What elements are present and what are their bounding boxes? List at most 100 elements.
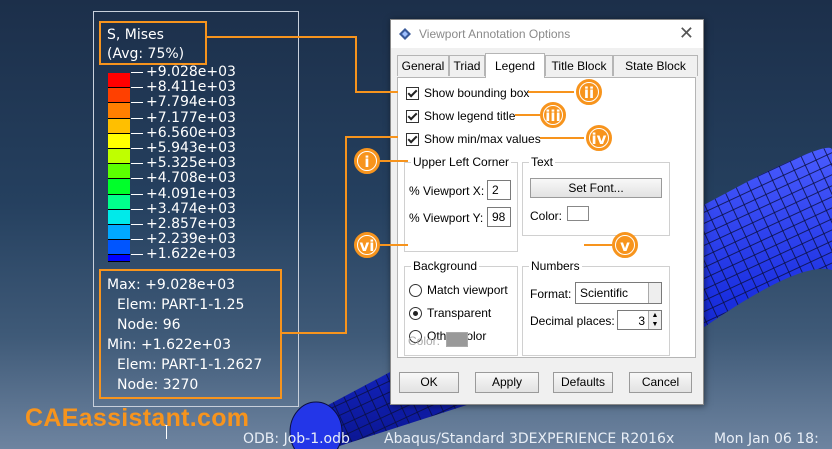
show-min-max-label: Show min/max values: [424, 132, 541, 146]
legend-value: +4.708e+03: [146, 170, 236, 187]
legend-color-swatch: [108, 255, 130, 263]
legend-color-swatch: [108, 179, 130, 195]
chevron-down-icon: [648, 283, 661, 303]
legend-tick: [131, 239, 143, 241]
bg-match-viewport-radio[interactable]: Match viewport: [409, 283, 508, 297]
legend-tick: [131, 117, 143, 119]
upper-left-corner-group: Upper Left Corner % Viewport X: % Viewpo…: [404, 155, 518, 252]
background-group-label: Background: [411, 259, 480, 273]
legend-value: +6.560e+03: [146, 124, 236, 141]
legend-value: +9.028e+03: [146, 64, 236, 80]
legend-value: +2.239e+03: [146, 231, 236, 248]
show-legend-title-label: Show legend title: [424, 109, 516, 123]
legend-averaging: (Avg: 75%): [107, 46, 185, 62]
decimal-places-value: 3: [638, 314, 645, 328]
numbers-group: Numbers Format: Scientific Decimal place…: [522, 259, 670, 356]
legend-tick: [131, 224, 143, 225]
legend-tick: [131, 208, 143, 210]
text-color-swatch[interactable]: [567, 206, 589, 221]
upper-left-corner-label: Upper Left Corner: [411, 155, 512, 169]
apply-button[interactable]: Apply: [475, 372, 539, 393]
tab-title-block[interactable]: Title Block: [545, 55, 613, 76]
tab-general[interactable]: General: [397, 55, 449, 76]
legend-tick: [131, 193, 143, 195]
legend-color-swatch: [108, 103, 130, 119]
bg-transparent-label: Transparent: [427, 306, 492, 320]
viewport-x-label: % Viewport X:: [409, 184, 485, 198]
show-legend-title-checkbox[interactable]: Show legend title: [406, 109, 515, 123]
legend-color-swatch: [108, 88, 130, 104]
show-bounding-box-checkbox[interactable]: Show bounding box: [406, 86, 529, 100]
legend-color-swatch: [108, 149, 130, 165]
radio-off-icon: [409, 283, 422, 297]
text-group: Text Set Font... Color:: [522, 155, 670, 236]
legend-color-swatch: [108, 118, 130, 134]
bg-color-swatch: [446, 332, 468, 347]
annotation-iv: iv: [586, 125, 612, 151]
legend-color-swatch: [108, 209, 130, 225]
spinner-arrows-icon[interactable]: ▲ ▼: [648, 311, 661, 329]
tab-legend[interactable]: Legend: [485, 53, 545, 78]
viewport-annotation-options-dialog: Viewport Annotation Options ✕ General Tr…: [390, 19, 704, 405]
annotation-v: v: [612, 232, 638, 258]
legend-tick: [131, 178, 143, 180]
legend-value: +2.857e+03: [146, 216, 236, 232]
cancel-button[interactable]: Cancel: [629, 372, 692, 393]
status-solver: Abaqus/Standard 3DEXPERIENCE R2016x: [384, 431, 675, 447]
min-max-box: Max: +9.028e+03 Elem: PART-1-1.25 Node: …: [99, 269, 282, 399]
legend-tick: [131, 148, 143, 149]
bg-transparent-radio[interactable]: Transparent: [409, 306, 491, 320]
text-group-label: Text: [529, 155, 556, 169]
legend-tick: [131, 254, 143, 256]
checkbox-checked-icon: [406, 109, 419, 123]
ok-button[interactable]: OK: [399, 372, 459, 393]
numbers-group-label: Numbers: [529, 259, 582, 273]
show-bounding-box-label: Show bounding box: [424, 86, 530, 100]
legend-value: +1.622e+03: [146, 246, 236, 263]
bg-color-label: Color:: [408, 334, 441, 348]
dialog-title: Viewport Annotation Options: [419, 27, 571, 41]
legend-title: S, Mises: [107, 27, 164, 43]
text-color-label: Color:: [530, 209, 563, 223]
annotation-i: i: [354, 148, 380, 174]
tab-triad[interactable]: Triad: [449, 55, 485, 76]
max-node: Node: 96: [117, 317, 181, 333]
legend-tick: [131, 163, 143, 165]
format-value: Scientific: [580, 286, 629, 300]
status-date: Mon Jan 06 18:: [714, 431, 819, 447]
min-value: Min: +1.622e+03: [107, 337, 231, 353]
legend-color-swatch: [108, 73, 130, 89]
checkbox-checked-icon: [406, 132, 419, 146]
format-select[interactable]: Scientific: [575, 282, 662, 304]
legend-value: +7.794e+03: [146, 94, 236, 111]
tab-state-block[interactable]: State Block: [613, 55, 698, 76]
decimal-places-label: Decimal places:: [530, 314, 615, 328]
decimal-places-spinner[interactable]: 3 ▲ ▼: [617, 310, 662, 330]
legend-tick: [131, 102, 143, 104]
legend-color-swatch: [108, 133, 130, 149]
defaults-button[interactable]: Defaults: [553, 372, 613, 393]
legend-tick: [131, 72, 143, 73]
max-value: Max: +9.028e+03: [107, 277, 236, 293]
legend-color-swatch: [108, 164, 130, 180]
dialog-titlebar[interactable]: Viewport Annotation Options ✕: [391, 20, 703, 48]
max-element: Elem: PART-1-1.25: [117, 297, 245, 313]
set-font-button[interactable]: Set Font...: [530, 178, 662, 198]
close-icon[interactable]: ✕: [679, 23, 694, 44]
legend-value: +3.474e+03: [146, 200, 236, 217]
min-node: Node: 3270: [117, 377, 199, 393]
viewport-y-label: % Viewport Y:: [409, 211, 484, 225]
viewport-x-input[interactable]: [487, 180, 511, 200]
legend-color-swatch: [108, 194, 130, 210]
viewport-y-input[interactable]: [487, 207, 511, 227]
legend-tick: [131, 132, 143, 134]
bg-match-label: Match viewport: [427, 283, 508, 297]
status-odb: ODB: Job-1.odb: [243, 431, 350, 447]
min-element: Elem: PART-1-1.2627: [117, 357, 263, 373]
show-min-max-checkbox[interactable]: Show min/max values: [406, 132, 541, 146]
checkbox-checked-icon: [406, 86, 419, 100]
legend-color-swatch: [108, 225, 130, 241]
legend-value: +8.411e+03: [146, 79, 236, 96]
annotation-iii: iii: [540, 102, 566, 128]
legend-value: +5.325e+03: [146, 155, 236, 172]
